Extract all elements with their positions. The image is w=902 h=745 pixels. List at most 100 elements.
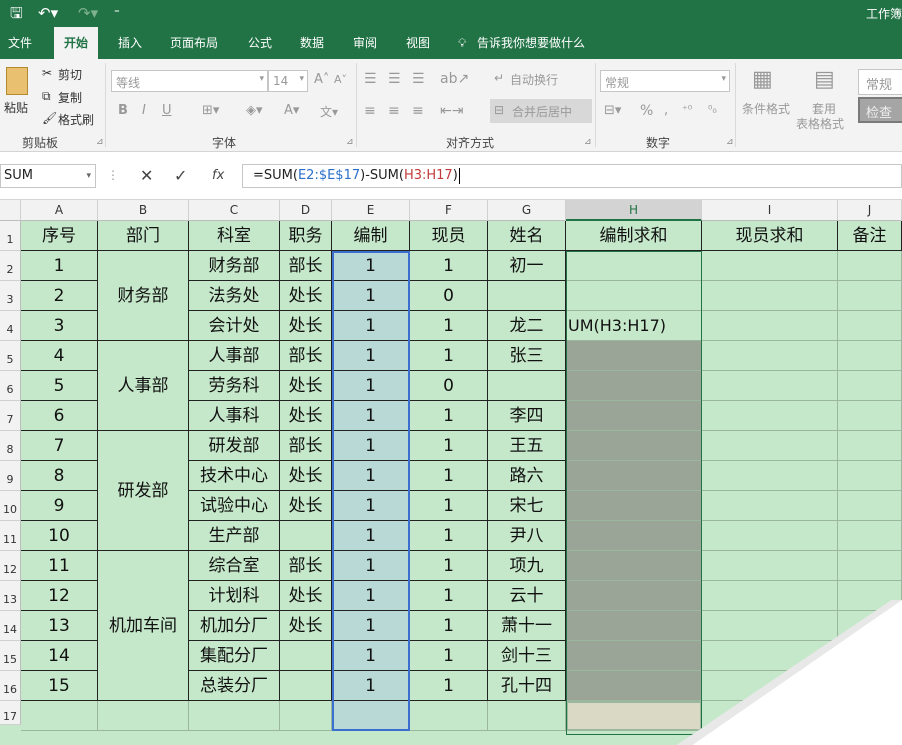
cell-empty[interactable] [702, 551, 838, 581]
worksheet-grid[interactable]: A B C D E F G H I J 1 2 3 4 5 6 7 8 9 10 11 12 13 14 15 16 17 序号 部门科… [0, 200, 902, 745]
conditional-format-button[interactable]: 条件格式 [742, 100, 790, 117]
redo-icon[interactable]: ↷▾ [78, 2, 98, 24]
cell-department[interactable]: 机加车间 [98, 551, 189, 701]
cell-current[interactable]: 1 [410, 611, 488, 641]
cell-seq[interactable]: 9 [21, 491, 98, 521]
cell-office[interactable]: 技术中心 [189, 461, 280, 491]
cell-office[interactable]: 机加分厂 [189, 611, 280, 641]
font-name-select[interactable]: 等线 ▾ [111, 70, 268, 92]
row-header-5[interactable]: 5 [0, 341, 21, 371]
cell-empty[interactable] [702, 461, 838, 491]
copy-button[interactable]: 复制 [58, 89, 82, 106]
header-name[interactable]: 姓名 [488, 221, 566, 251]
dialog-launcher-icon[interactable]: ⊿ [726, 137, 734, 147]
format-painter-button[interactable]: 格式刷 [58, 111, 94, 128]
cell-title[interactable] [280, 521, 332, 551]
cell-empty[interactable] [566, 641, 702, 671]
column-header-a[interactable]: A [21, 200, 98, 221]
style-check-cell[interactable]: 检查 [858, 97, 902, 123]
cell-current[interactable]: 1 [410, 401, 488, 431]
style-normal[interactable]: 常规 [858, 69, 902, 95]
header-quota-sum[interactable]: 编制求和 [566, 221, 702, 251]
cell-empty[interactable] [566, 401, 702, 431]
cell-seq[interactable]: 11 [21, 551, 98, 581]
header-remark[interactable]: 备注 [838, 221, 902, 251]
row-header-17[interactable]: 17 [0, 701, 21, 725]
cell-empty[interactable] [566, 551, 702, 581]
cell-name[interactable]: 龙二 [488, 311, 566, 341]
cell-office[interactable]: 劳务科 [189, 371, 280, 401]
increase-decimal-icon[interactable]: ⁺⁰ [682, 103, 692, 116]
cell-empty[interactable] [21, 701, 98, 731]
header-seq[interactable]: 序号 [21, 221, 98, 251]
phonetic-icon[interactable]: 文▾ [320, 103, 338, 120]
cell-seq[interactable]: 3 [21, 311, 98, 341]
cell-title[interactable]: 处长 [280, 491, 332, 521]
customize-qat-icon[interactable]: ⁼ [114, 2, 120, 24]
fill-color-icon[interactable]: ◈▾ [246, 103, 263, 118]
cell-current[interactable]: 1 [410, 311, 488, 341]
cell-seq[interactable]: 6 [21, 401, 98, 431]
cell-name[interactable]: 张三 [488, 341, 566, 371]
cell-quota[interactable]: 1 [332, 371, 410, 401]
cell-quota[interactable]: 1 [332, 251, 410, 281]
cell-title[interactable]: 处长 [280, 401, 332, 431]
cell-title[interactable]: 部长 [280, 551, 332, 581]
column-header-i[interactable]: I [702, 200, 838, 221]
column-header-c[interactable]: C [189, 200, 280, 221]
row-header-12[interactable]: 12 [0, 551, 21, 581]
align-left-icon[interactable]: ≡ [364, 103, 376, 119]
cell-seq[interactable]: 14 [21, 641, 98, 671]
cell-quota[interactable]: 1 [332, 281, 410, 311]
cell-empty[interactable] [702, 251, 838, 281]
cell-empty[interactable] [702, 491, 838, 521]
column-header-f[interactable]: F [410, 200, 488, 221]
tell-me-search[interactable]: 告诉我你想要做什么 [477, 27, 585, 59]
cell-current[interactable]: 1 [410, 341, 488, 371]
cell-empty[interactable] [566, 251, 702, 281]
cell-name[interactable]: 初一 [488, 251, 566, 281]
cell-current[interactable]: 1 [410, 671, 488, 701]
cell-empty[interactable] [410, 701, 488, 731]
cell-quota[interactable]: 1 [332, 641, 410, 671]
cell-empty[interactable] [566, 671, 702, 701]
cell-name[interactable]: 云十 [488, 581, 566, 611]
italic-button[interactable]: I [142, 103, 146, 118]
column-header-j[interactable]: J [838, 200, 902, 221]
cell-empty[interactable] [566, 431, 702, 461]
cell-seq[interactable]: 8 [21, 461, 98, 491]
cell-name[interactable]: 项九 [488, 551, 566, 581]
cell-seq[interactable]: 1 [21, 251, 98, 281]
row-header-3[interactable]: 3 [0, 281, 21, 311]
cell-seq[interactable]: 2 [21, 281, 98, 311]
merge-center-button[interactable]: ⊟ 合并后居中 [490, 99, 592, 123]
decrease-decimal-icon[interactable]: ⁰₀ [708, 103, 717, 116]
header-office[interactable]: 科室 [189, 221, 280, 251]
cell-empty[interactable] [566, 701, 702, 731]
cell-quota[interactable]: 1 [332, 551, 410, 581]
cell-office[interactable]: 人事部 [189, 341, 280, 371]
cell-name[interactable]: 宋七 [488, 491, 566, 521]
cell-name[interactable] [488, 281, 566, 311]
cell-empty[interactable] [838, 521, 902, 551]
tab-file[interactable]: 文件 [8, 27, 32, 59]
cell-seq[interactable]: 12 [21, 581, 98, 611]
cell-empty[interactable] [838, 251, 902, 281]
row-header-2[interactable]: 2 [0, 251, 21, 281]
name-box[interactable]: SUM ▾ [0, 164, 96, 188]
cell-title[interactable]: 部长 [280, 341, 332, 371]
insert-function-icon[interactable]: fx [212, 168, 224, 183]
cell-title[interactable] [280, 641, 332, 671]
row-header-7[interactable]: 7 [0, 401, 21, 431]
column-header-d[interactable]: D [280, 200, 332, 221]
cell-empty[interactable] [566, 581, 702, 611]
cell-current[interactable]: 1 [410, 431, 488, 461]
cell-empty[interactable] [702, 611, 838, 641]
header-dept[interactable]: 部门 [98, 221, 189, 251]
row-header-11[interactable]: 11 [0, 521, 21, 551]
cell-name[interactable]: 王五 [488, 431, 566, 461]
save-icon[interactable]: 🖫 [10, 2, 23, 24]
cell-current[interactable]: 0 [410, 281, 488, 311]
cell-office[interactable]: 生产部 [189, 521, 280, 551]
select-all-corner[interactable] [0, 200, 21, 221]
